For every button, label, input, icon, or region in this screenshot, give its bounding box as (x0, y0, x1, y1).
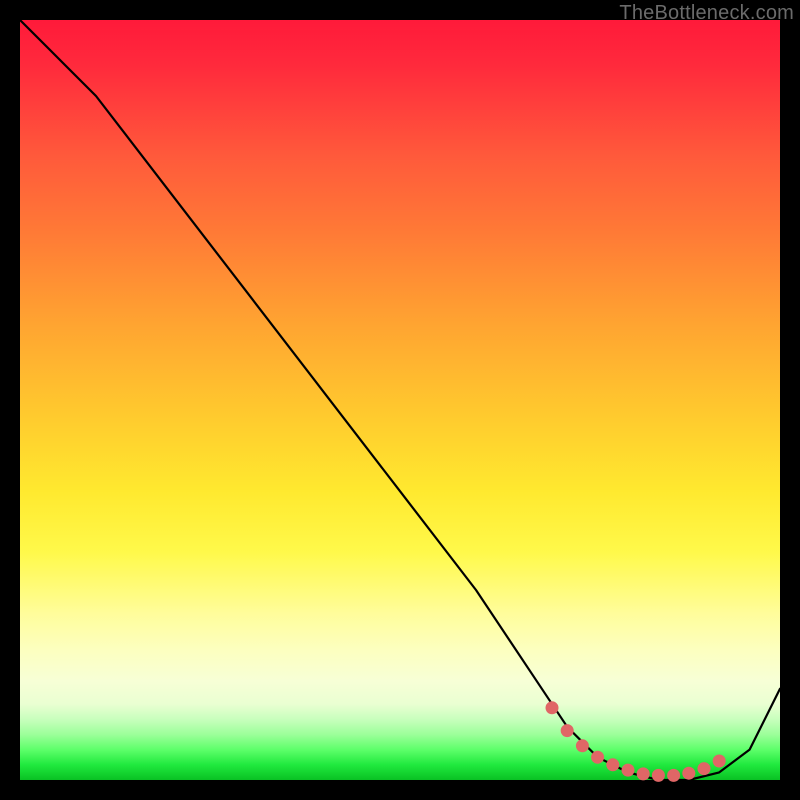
min-marker (667, 769, 680, 782)
chart-frame: TheBottleneck.com (0, 0, 800, 800)
min-marker (576, 739, 589, 752)
min-marker (637, 767, 650, 780)
min-marker (561, 724, 574, 737)
min-marker (698, 762, 711, 775)
attribution-label: TheBottleneck.com (619, 2, 794, 25)
min-marker (652, 769, 665, 782)
min-marker (622, 764, 635, 777)
min-marker (682, 767, 695, 780)
plot-area (20, 20, 780, 780)
min-marker (546, 701, 559, 714)
min-marker (591, 751, 604, 764)
bottleneck-curve (20, 20, 780, 780)
curve-layer (20, 20, 780, 780)
min-marker (606, 758, 619, 771)
min-marker (713, 755, 726, 768)
min-markers (546, 701, 726, 782)
